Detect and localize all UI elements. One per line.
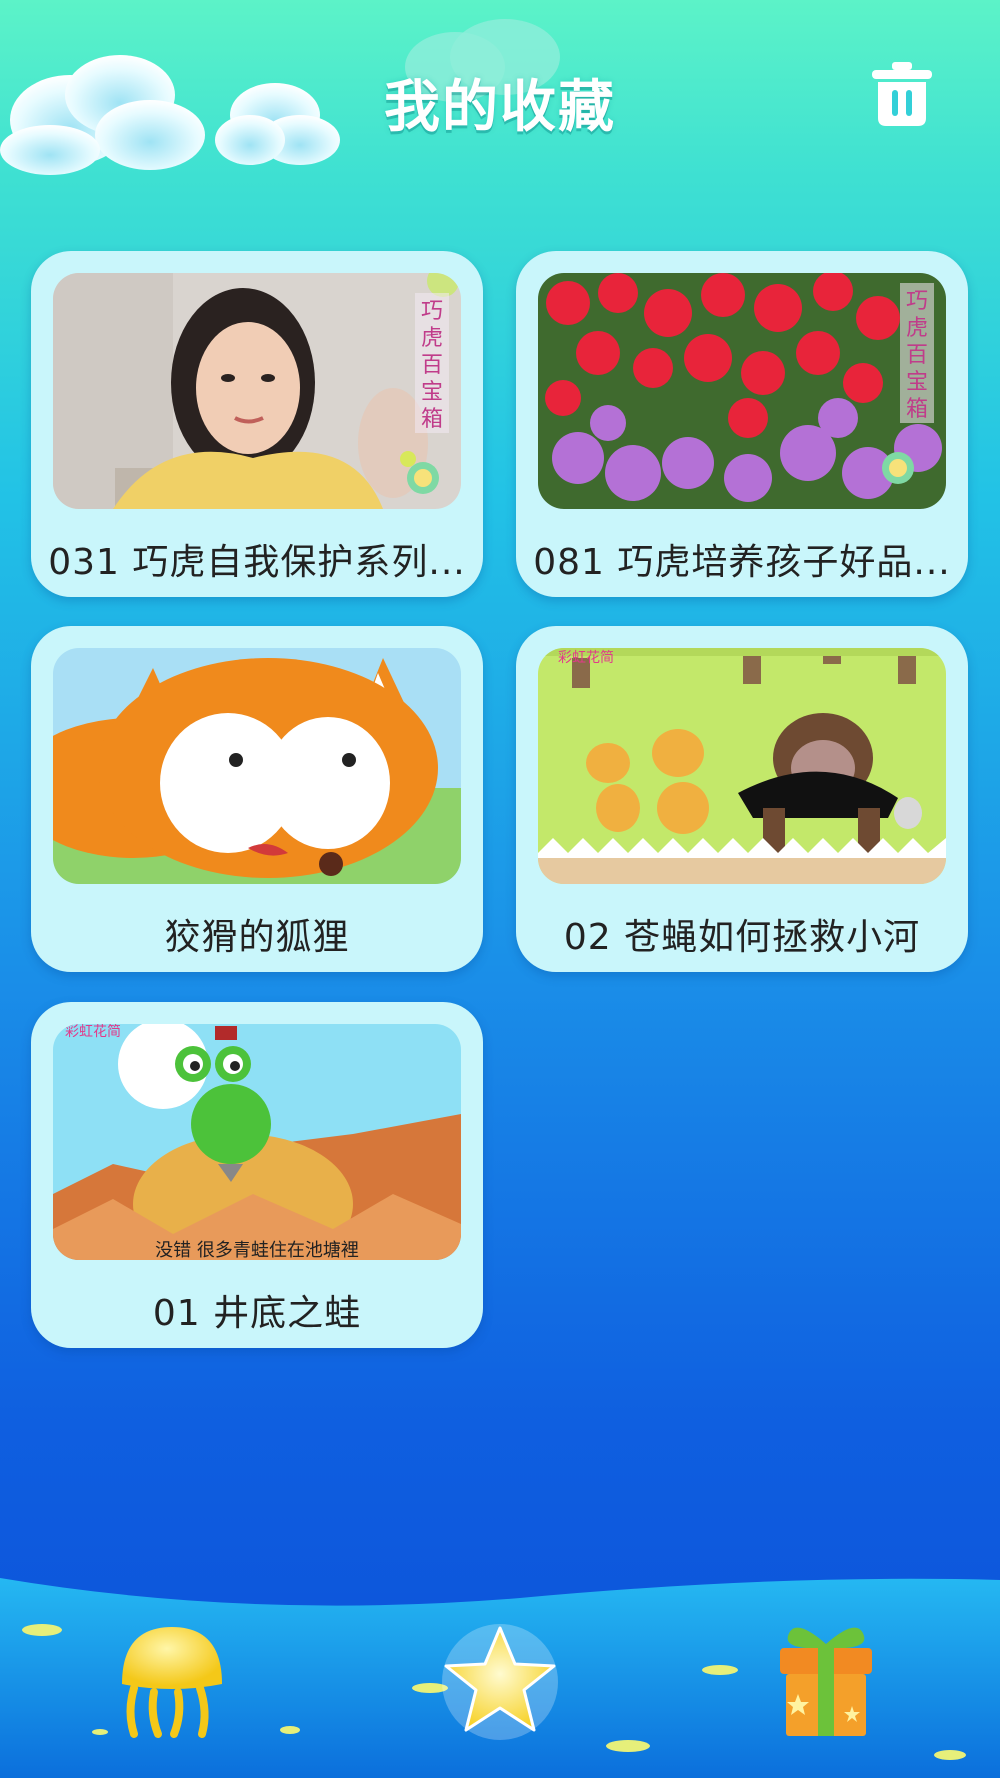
video-thumbnail: 巧 虎 百 宝 箱: [53, 273, 461, 509]
svg-text:虎: 虎: [421, 326, 443, 351]
tab-gift[interactable]: [774, 1620, 878, 1740]
svg-text:箱: 箱: [906, 397, 928, 422]
svg-text:百: 百: [421, 353, 443, 378]
favorite-title: 02 苍蝇如何拯救小河: [563, 917, 921, 958]
video-thumbnail: 彩虹花简: [538, 648, 946, 884]
video-thumbnail: 彩虹花简 没错 很多青蛙住在池塘裡: [53, 1024, 461, 1260]
svg-text:百: 百: [906, 343, 928, 368]
favorite-title: 081 巧虎培养孩子好品...: [533, 542, 951, 583]
video-thumbnail: [53, 648, 461, 884]
thumb-logo: 彩虹花简: [558, 649, 614, 666]
thumb-caption: 没错 很多青蛙住在池塘裡: [155, 1240, 359, 1260]
tab-jellyfish[interactable]: [112, 1622, 232, 1740]
svg-text:宝: 宝: [421, 380, 443, 405]
svg-text:宝: 宝: [906, 370, 928, 395]
favorite-card[interactable]: 巧 虎 百 宝 箱 081 巧虎培养孩子好品...: [516, 251, 968, 597]
favorite-card[interactable]: 巧 虎 百 宝 箱 031 巧虎自我保护系列...: [31, 251, 483, 597]
jellyfish-icon: [122, 1627, 222, 1738]
favorite-card[interactable]: 彩虹花简 02 苍蝇如何拯救小河: [516, 626, 968, 972]
thumb-logo: 彩虹花简: [65, 1024, 121, 1040]
favorite-title: 狡猾的狐狸: [164, 917, 350, 958]
trash-icon: [872, 62, 932, 126]
video-thumbnail: 巧 虎 百 宝 箱: [538, 273, 946, 509]
favorite-card[interactable]: 狡猾的狐狸: [31, 626, 483, 972]
star-icon: [442, 1624, 558, 1740]
page-title: 我的收藏: [384, 75, 616, 140]
svg-text:巧: 巧: [421, 299, 443, 324]
svg-text:箱: 箱: [421, 407, 443, 432]
favorite-title: 01 井底之蛙: [152, 1293, 362, 1334]
bottom-nav: [0, 1560, 1000, 1778]
delete-button[interactable]: [866, 58, 938, 130]
tab-favorites[interactable]: [440, 1622, 560, 1740]
svg-text:虎: 虎: [906, 316, 928, 341]
favorite-title: 031 巧虎自我保护系列...: [48, 542, 466, 583]
gift-icon: [780, 1627, 872, 1736]
svg-text:巧: 巧: [906, 289, 928, 314]
favorite-card[interactable]: 彩虹花简 没错 很多青蛙住在池塘裡 01 井底之蛙: [31, 1002, 483, 1348]
